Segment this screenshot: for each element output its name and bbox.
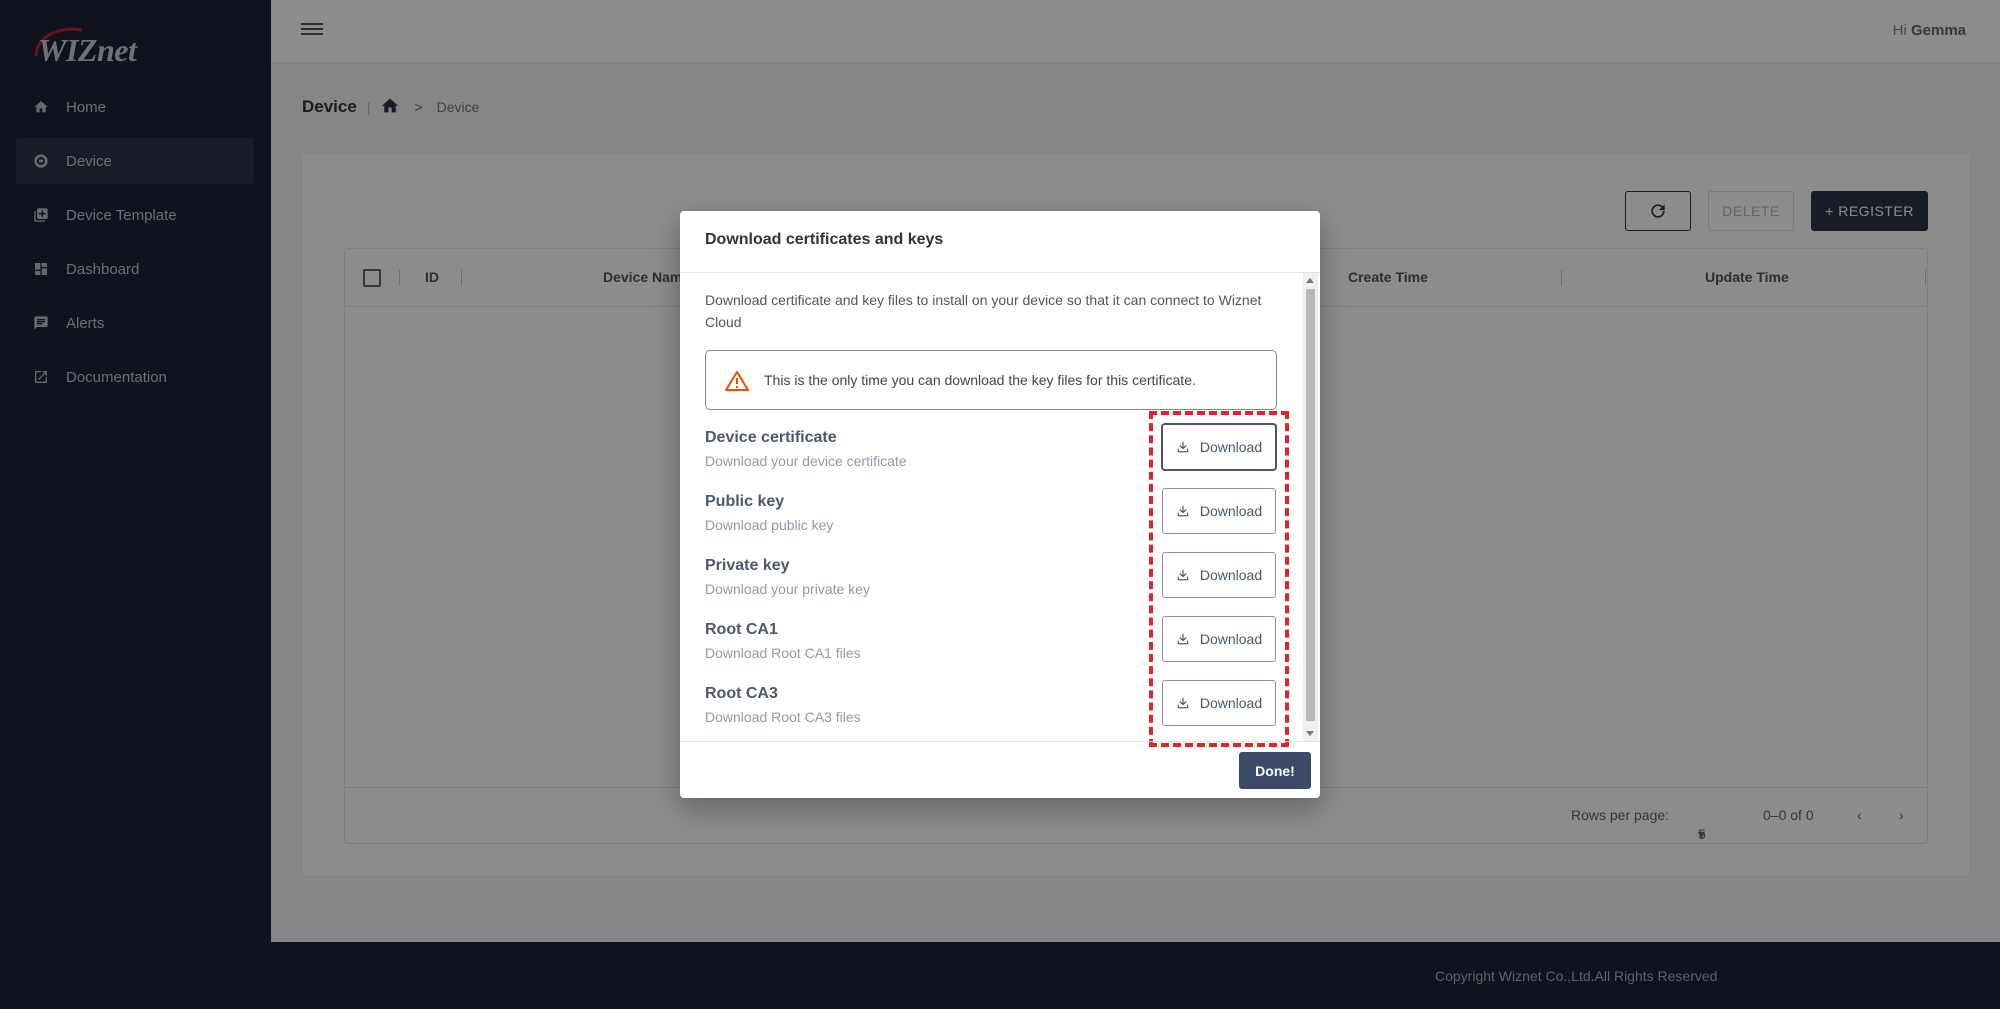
- warning-alert: This is the only time you can download t…: [705, 350, 1277, 410]
- download-button-label: Download: [1199, 439, 1263, 455]
- download-button-label: Download: [1199, 631, 1263, 647]
- download-button-label: Download: [1199, 503, 1263, 519]
- download-root-ca1-button[interactable]: Download: [1162, 616, 1276, 662]
- download-icon: [1177, 697, 1189, 709]
- dialog-title: Download certificates and keys: [705, 231, 944, 248]
- download-item-title: Private key: [705, 557, 790, 574]
- download-item-title: Public key: [705, 493, 785, 510]
- download-item-title: Root CA1: [705, 621, 778, 638]
- scroll-down-icon[interactable]: [1306, 731, 1314, 736]
- download-item-subtitle: Download public key: [705, 517, 834, 533]
- download-item-private-key: Private key Download your private key Do…: [705, 552, 1285, 607]
- scroll-up-icon[interactable]: [1306, 278, 1314, 283]
- download-item-public-key: Public key Download public key Download: [705, 488, 1285, 543]
- download-item-subtitle: Download Root CA3 files: [705, 709, 861, 725]
- download-item-title: Root CA3: [705, 685, 778, 702]
- download-icon: [1177, 633, 1189, 645]
- download-item-subtitle: Download your private key: [705, 581, 870, 597]
- divider: [680, 272, 1320, 273]
- download-item-subtitle: Download Root CA1 files: [705, 645, 861, 661]
- dialog-description: Download certificate and key files to in…: [705, 292, 1262, 330]
- warning-icon: [725, 371, 749, 391]
- download-item-device-certificate: Device certificate Download your device …: [705, 424, 1285, 479]
- download-device-certificate-button[interactable]: Download: [1162, 424, 1276, 470]
- download-public-key-button[interactable]: Download: [1162, 488, 1276, 534]
- download-certificates-dialog: Download certificates and keys Download …: [680, 211, 1320, 798]
- dialog-scrollbar[interactable]: [1303, 273, 1318, 741]
- download-item-title: Device certificate: [705, 429, 837, 446]
- done-button[interactable]: Done!: [1239, 752, 1311, 789]
- divider: [680, 741, 1320, 742]
- download-private-key-button[interactable]: Download: [1162, 552, 1276, 598]
- download-button-label: Download: [1199, 567, 1263, 583]
- download-item-subtitle: Download your device certificate: [705, 453, 907, 469]
- download-button-label: Download: [1199, 695, 1263, 711]
- download-icon: [1177, 569, 1189, 581]
- warning-text: This is the only time you can download t…: [764, 372, 1196, 388]
- download-item-root-ca3: Root CA3 Download Root CA3 files Downloa…: [705, 680, 1285, 735]
- download-root-ca3-button[interactable]: Download: [1162, 680, 1276, 726]
- download-icon: [1177, 505, 1189, 517]
- download-item-root-ca1: Root CA1 Download Root CA1 files Downloa…: [705, 616, 1285, 671]
- download-icon: [1177, 441, 1189, 453]
- scrollbar-thumb[interactable]: [1306, 289, 1315, 721]
